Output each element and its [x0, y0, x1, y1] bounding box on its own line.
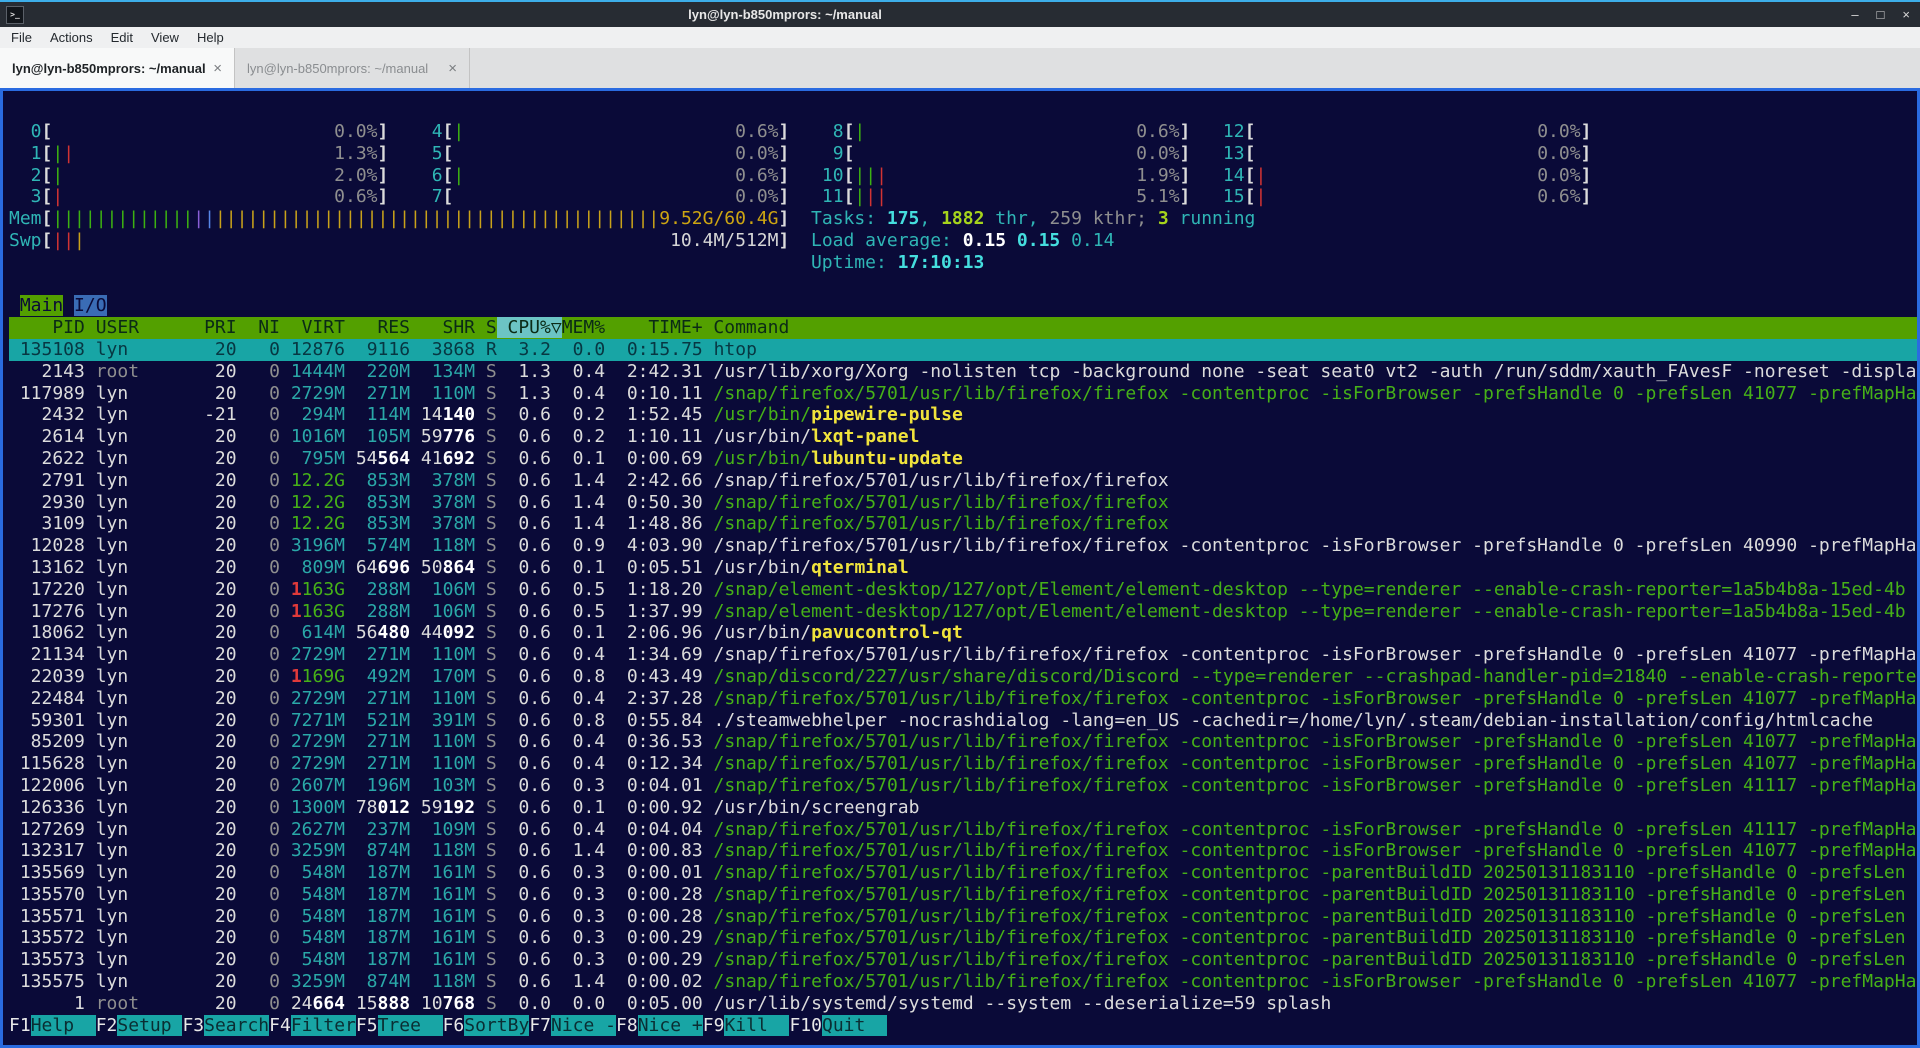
- process-row-135108[interactable]: 135108 lyn 20 0 12876 9116 3868 R 3.2 0.…: [9, 339, 1917, 361]
- cpu-2-meter: 2[| 2.0%]: [9, 165, 388, 186]
- terminal-window: >_ lyn@lyn-b850mprors: ~/manual – □ × Fi…: [0, 0, 1920, 1048]
- menu-item-help[interactable]: Help: [188, 30, 233, 45]
- cpu-1-meter: 1[|| 1.3%]: [9, 143, 388, 164]
- process-row-127269[interactable]: 127269 lyn 20 0 2627M 237M 109M S 0.6 0.…: [9, 819, 1917, 841]
- menu-item-edit[interactable]: Edit: [102, 30, 142, 45]
- process-row-2432[interactable]: 2432 lyn -21 0 294M 114M 14140 S 0.6 0.2…: [9, 404, 1917, 426]
- maximize-button[interactable]: □: [1877, 2, 1885, 27]
- process-row-2622[interactable]: 2622 lyn 20 0 795M 54564 41692 S 0.6 0.1…: [9, 448, 1917, 470]
- fkey-f9-kill[interactable]: F9Kill: [703, 1015, 790, 1036]
- window-title: lyn@lyn-b850mprors: ~/manual: [688, 7, 882, 22]
- terminal-viewport[interactable]: 0[ 0.0%] 4[| 0.6%] 8[| 0.6%] 12[ 0.0%] 1…: [0, 88, 1920, 1048]
- minimize-button[interactable]: –: [1851, 2, 1858, 27]
- window-controls: – □ ×: [1851, 2, 1910, 27]
- function-key-bar: F1Help F2Setup F3SearchF4FilterF5Tree F6…: [9, 1015, 1917, 1037]
- cpu-0-meter: 0[ 0.0%]: [9, 121, 388, 142]
- process-row-117989[interactable]: 117989 lyn 20 0 2729M 271M 110M S 1.3 0.…: [9, 383, 1917, 405]
- htop-tab-io[interactable]: I/O: [74, 295, 107, 316]
- menu-bar: FileActionsEditViewHelp: [0, 27, 1920, 48]
- fkey-f5-tree[interactable]: F5Tree: [356, 1015, 443, 1036]
- swap-row: Swp[||| 10.4M/512M] Load average: 0.15 0…: [9, 230, 1917, 252]
- menu-item-actions[interactable]: Actions: [41, 30, 102, 45]
- process-row-3109[interactable]: 3109 lyn 20 0 12.2G 853M 378M S 0.6 1.4 …: [9, 513, 1917, 535]
- cpu-14-meter: 14[| 0.0%]: [1212, 165, 1591, 186]
- memory-row: Mem[||||||||||||||||||||||||||||||||||||…: [9, 208, 1917, 230]
- tab-label: lyn@lyn-b850mprors: ~/manual: [247, 61, 440, 76]
- tab-close-icon[interactable]: ×: [448, 60, 457, 77]
- process-table-header[interactable]: PID USER PRI NI VIRT RES SHR S CPU%▽MEM%…: [9, 317, 1917, 339]
- process-row-2143[interactable]: 2143 root 20 0 1444M 220M 134M S 1.3 0.4…: [9, 361, 1917, 383]
- process-row-13162[interactable]: 13162 lyn 20 0 809M 64696 50864 S 0.6 0.…: [9, 557, 1917, 579]
- fkey-f4-filter[interactable]: F4Filter: [269, 1015, 356, 1036]
- menu-item-file[interactable]: File: [2, 30, 41, 45]
- memory-meter: Mem[||||||||||||||||||||||||||||||||||||…: [9, 208, 789, 229]
- cpu-10-meter: 10[||| 1.9%]: [811, 165, 1190, 186]
- cpu-meters-row-4: 3[| 0.6%] 7[ 0.0%] 11[||| 5.1%] 15[| 0.6…: [9, 186, 1917, 208]
- process-row-2930[interactable]: 2930 lyn 20 0 12.2G 853M 378M S 0.6 1.4 …: [9, 492, 1917, 514]
- cpu-meters-row-2: 1[|| 1.3%] 5[ 0.0%] 9[ 0.0%] 13[ 0.0%]: [9, 143, 1917, 165]
- uptime: Uptime: 17:10:13: [811, 252, 984, 273]
- cpu-3-meter: 3[| 0.6%]: [9, 186, 388, 207]
- fkey-f8-nice+[interactable]: F8Nice +: [616, 1015, 703, 1036]
- cpu-8-meter: 8[| 0.6%]: [811, 121, 1190, 142]
- fkey-f2-setup[interactable]: F2Setup: [96, 1015, 183, 1036]
- cpu-13-meter: 13[ 0.0%]: [1212, 143, 1591, 164]
- tab-close-icon[interactable]: ×: [213, 60, 222, 77]
- process-row-12028[interactable]: 12028 lyn 20 0 3196M 574M 118M S 0.6 0.9…: [9, 535, 1917, 557]
- process-row-132317[interactable]: 132317 lyn 20 0 3259M 874M 118M S 0.6 1.…: [9, 840, 1917, 862]
- process-row-135571[interactable]: 135571 lyn 20 0 548M 187M 161M S 0.6 0.3…: [9, 906, 1917, 928]
- cpu-5-meter: 5[ 0.0%]: [410, 143, 789, 164]
- cpu-4-meter: 4[| 0.6%]: [410, 121, 789, 142]
- process-row-135575[interactable]: 135575 lyn 20 0 3259M 874M 118M S 0.6 1.…: [9, 971, 1917, 993]
- fkey-f7-nice-[interactable]: F7Nice -: [529, 1015, 616, 1036]
- uptime-row: Uptime: 17:10:13: [9, 252, 1917, 274]
- tab-bar: lyn@lyn-b850mprors: ~/manual×lyn@lyn-b85…: [0, 48, 1920, 88]
- cpu-15-meter: 15[| 0.6%]: [1212, 186, 1591, 207]
- menu-item-view[interactable]: View: [142, 30, 188, 45]
- process-row-2791[interactable]: 2791 lyn 20 0 12.2G 853M 378M S 0.6 1.4 …: [9, 470, 1917, 492]
- cpu-6-meter: 6[| 0.6%]: [410, 165, 789, 186]
- process-row-126336[interactable]: 126336 lyn 20 0 1300M 78012 59192 S 0.6 …: [9, 797, 1917, 819]
- close-button[interactable]: ×: [1902, 2, 1910, 27]
- htop-screen: 0[ 0.0%] 4[| 0.6%] 8[| 0.6%] 12[ 0.0%] 1…: [3, 91, 1917, 1045]
- process-row-21134[interactable]: 21134 lyn 20 0 2729M 271M 110M S 0.6 0.4…: [9, 644, 1917, 666]
- process-row-18062[interactable]: 18062 lyn 20 0 614M 56480 44092 S 0.6 0.…: [9, 622, 1917, 644]
- tab-label: lyn@lyn-b850mprors: ~/manual: [12, 61, 205, 76]
- swap-meter: Swp[||| 10.4M/512M]: [9, 230, 789, 251]
- terminal-app-icon: >_: [6, 6, 24, 24]
- load-average: Load average: 0.15 0.15 0.14: [811, 230, 1114, 251]
- process-row-22039[interactable]: 22039 lyn 20 0 1169G 492M 170M S 0.6 0.8…: [9, 666, 1917, 688]
- process-row-22484[interactable]: 22484 lyn 20 0 2729M 271M 110M S 0.6 0.4…: [9, 688, 1917, 710]
- process-row-135573[interactable]: 135573 lyn 20 0 548M 187M 161M S 0.6 0.3…: [9, 949, 1917, 971]
- fkey-f3-search[interactable]: F3Search: [182, 1015, 269, 1036]
- cpu-12-meter: 12[ 0.0%]: [1212, 121, 1591, 142]
- process-row-2614[interactable]: 2614 lyn 20 0 1016M 105M 59776 S 0.6 0.2…: [9, 426, 1917, 448]
- blank-line: [9, 274, 1917, 296]
- cpu-meters-row-1: 0[ 0.0%] 4[| 0.6%] 8[| 0.6%] 12[ 0.0%]: [9, 121, 1917, 143]
- process-row-122006[interactable]: 122006 lyn 20 0 2607M 196M 103M S 0.6 0.…: [9, 775, 1917, 797]
- htop-tab-main[interactable]: Main: [20, 295, 63, 316]
- htop-screen-tabs: Main I/O: [9, 295, 1917, 317]
- terminal-tab-2[interactable]: lyn@lyn-b850mprors: ~/manual ×: [235, 48, 470, 88]
- process-row-1[interactable]: 1 root 20 0 24664 15888 10768 S 0.0 0.0 …: [9, 993, 1917, 1015]
- cpu-7-meter: 7[ 0.0%]: [410, 186, 789, 207]
- process-row-135572[interactable]: 135572 lyn 20 0 548M 187M 161M S 0.6 0.3…: [9, 927, 1917, 949]
- process-row-135570[interactable]: 135570 lyn 20 0 548M 187M 161M S 0.6 0.3…: [9, 884, 1917, 906]
- tasks-summary: Tasks: 175, 1882 thr, 259 kthr; 3 runnin…: [811, 208, 1255, 229]
- cpu-meters-row-3: 2[| 2.0%] 6[| 0.6%] 10[||| 1.9%] 14[| 0.…: [9, 165, 1917, 187]
- fkey-f10-quit[interactable]: F10Quit: [789, 1015, 887, 1036]
- cpu-9-meter: 9[ 0.0%]: [811, 143, 1190, 164]
- process-row-17220[interactable]: 17220 lyn 20 0 1163G 288M 106M S 0.6 0.5…: [9, 579, 1917, 601]
- fkey-f6-sortby[interactable]: F6SortBy: [443, 1015, 530, 1036]
- process-row-115628[interactable]: 115628 lyn 20 0 2729M 271M 110M S 0.6 0.…: [9, 753, 1917, 775]
- terminal-tab-1[interactable]: lyn@lyn-b850mprors: ~/manual ×: [0, 48, 235, 88]
- process-row-59301[interactable]: 59301 lyn 20 0 7271M 521M 391M S 0.6 0.8…: [9, 710, 1917, 732]
- process-row-17276[interactable]: 17276 lyn 20 0 1163G 288M 106M S 0.6 0.5…: [9, 601, 1917, 623]
- titlebar[interactable]: >_ lyn@lyn-b850mprors: ~/manual – □ ×: [0, 2, 1920, 27]
- fkey-f1-help[interactable]: F1Help: [9, 1015, 96, 1036]
- process-row-135569[interactable]: 135569 lyn 20 0 548M 187M 161M S 0.6 0.3…: [9, 862, 1917, 884]
- process-row-85209[interactable]: 85209 lyn 20 0 2729M 271M 110M S 0.6 0.4…: [9, 731, 1917, 753]
- cpu-11-meter: 11[||| 5.1%]: [811, 186, 1190, 207]
